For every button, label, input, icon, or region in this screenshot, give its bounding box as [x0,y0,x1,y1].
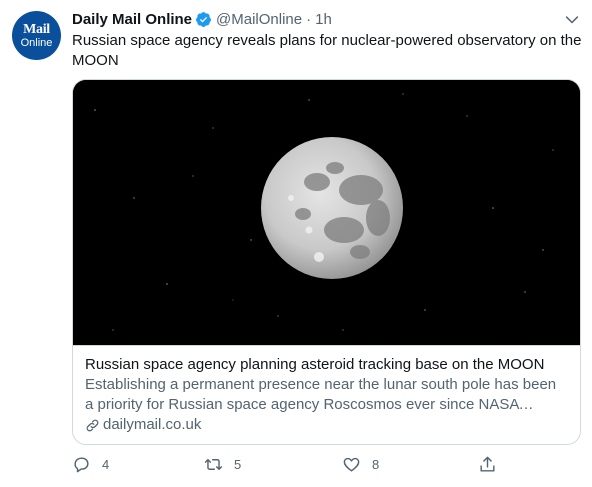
link-icon [86,419,99,431]
handle[interactable]: @MailOnline [216,11,302,28]
chevron-down-icon[interactable] [562,10,582,30]
retweet-count: 5 [234,457,242,472]
card-description: Establishing a permanent presence near t… [85,376,557,413]
share-button[interactable] [478,455,497,474]
timestamp[interactable]: 1h [315,11,332,28]
reply-icon [74,457,89,473]
moon-image[interactable] [73,80,580,345]
avatar[interactable]: Mail Online [12,11,61,60]
card-body[interactable]: Russian space agency planning asteroid t… [73,345,580,444]
card-domain-text: dailymail.co.uk [103,416,202,433]
verified-badge-icon [195,11,212,28]
like-count: 8 [372,457,380,472]
retweet-icon [204,459,223,470]
tweet-header: Daily Mail Online @MailOnline · 1h [72,9,332,29]
like-icon [343,457,360,472]
avatar-logo-line1: Mail [23,21,50,37]
like-button[interactable]: 8 [342,455,379,474]
display-name[interactable]: Daily Mail Online [72,11,192,28]
link-card[interactable]: Russian space agency planning asteroid t… [72,79,581,445]
share-icon [480,456,495,472]
card-title[interactable]: Russian space agency planning asteroid t… [85,355,568,375]
reply-button[interactable]: 4 [72,455,109,474]
action-bar: 4 5 8 [72,455,502,477]
card-domain: dailymail.co.uk [85,415,568,435]
separator-dot: · [306,10,312,28]
reply-count: 4 [102,457,110,472]
retweet-button[interactable]: 5 [204,455,241,474]
tweet[interactable]: Mail Online Daily Mail Online @MailOnlin… [0,0,592,487]
tweet-text: Russian space agency reveals plans for n… [72,32,582,69]
avatar-logo-line2: Online [20,36,53,49]
